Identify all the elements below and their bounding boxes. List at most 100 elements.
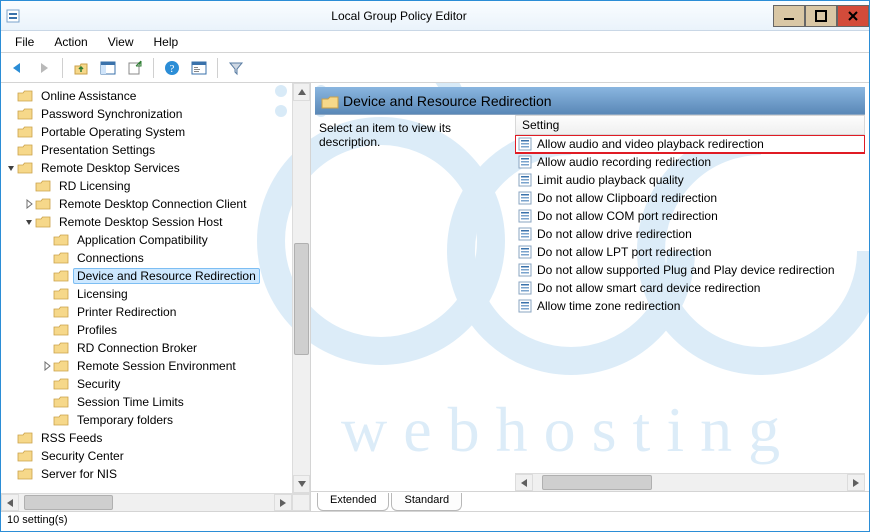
setting-row[interactable]: Allow audio recording redirection xyxy=(515,153,865,171)
scroll-thumb[interactable] xyxy=(542,475,652,490)
tree[interactable]: Online AssistancePassword Synchronizatio… xyxy=(1,83,293,487)
scroll-left-button[interactable] xyxy=(515,474,533,491)
tree-node[interactable]: Remote Desktop Session Host xyxy=(23,213,291,231)
settings-horizontal-scrollbar[interactable] xyxy=(515,473,865,491)
forward-button[interactable] xyxy=(32,56,56,80)
caret-right-icon[interactable] xyxy=(41,360,53,372)
scroll-right-button[interactable] xyxy=(274,494,292,511)
policy-icon xyxy=(517,208,533,224)
policy-icon xyxy=(517,154,533,170)
tree-node-label: Presentation Settings xyxy=(37,142,159,158)
back-button[interactable] xyxy=(5,56,29,80)
caret-down-icon[interactable] xyxy=(23,216,35,228)
tree-node[interactable]: Temporary folders xyxy=(41,411,291,429)
scroll-right-button[interactable] xyxy=(847,474,865,491)
caret-down-icon[interactable] xyxy=(5,162,17,174)
folder-icon xyxy=(17,449,33,463)
help-button[interactable]: ? xyxy=(160,56,184,80)
settings-list[interactable]: Allow audio and video playback redirecti… xyxy=(515,135,865,473)
tree-node[interactable]: Online Assistance xyxy=(5,87,291,105)
folder-icon xyxy=(321,94,337,108)
setting-label: Limit audio playback quality xyxy=(537,173,684,187)
tree-node[interactable]: Remote Session Environment xyxy=(41,357,291,375)
tree-node[interactable]: Connections xyxy=(41,249,291,267)
tree-vertical-scrollbar[interactable] xyxy=(292,83,310,493)
tree-node[interactable]: Portable Operating System xyxy=(5,123,291,141)
scroll-track[interactable] xyxy=(293,101,310,475)
tree-node[interactable]: Licensing xyxy=(41,285,291,303)
setting-row[interactable]: Do not allow LPT port redirection xyxy=(515,243,865,261)
app-icon xyxy=(1,8,25,24)
setting-label: Allow audio and video playback redirecti… xyxy=(537,137,764,151)
export-button[interactable] xyxy=(123,56,147,80)
properties-button[interactable] xyxy=(187,56,211,80)
tree-node[interactable]: Printer Redirection xyxy=(41,303,291,321)
tree-node[interactable]: Device and Resource Redirection xyxy=(41,267,291,285)
status-bar: 10 setting(s) xyxy=(1,511,869,531)
caret-right-icon[interactable] xyxy=(23,198,35,210)
tree-node[interactable]: Remote Desktop Services xyxy=(5,159,291,177)
filter-button[interactable] xyxy=(224,56,248,80)
menu-file[interactable]: File xyxy=(5,33,44,51)
tree-node[interactable]: Application Compatibility xyxy=(41,231,291,249)
tree-node[interactable]: Server for NIS xyxy=(5,465,291,483)
scroll-track[interactable] xyxy=(19,494,274,511)
status-text: 10 setting(s) xyxy=(7,514,68,526)
tree-node[interactable]: Security Center xyxy=(5,447,291,465)
folder-icon xyxy=(53,341,69,355)
tree-node-label: Remote Desktop Session Host xyxy=(55,214,226,230)
tree-node[interactable]: Presentation Settings xyxy=(5,141,291,159)
folder-icon xyxy=(17,89,33,103)
folder-icon xyxy=(35,197,51,211)
setting-row[interactable]: Do not allow smart card device redirecti… xyxy=(515,279,865,297)
scroll-left-button[interactable] xyxy=(1,494,19,511)
policy-icon xyxy=(517,172,533,188)
up-folder-button[interactable] xyxy=(69,56,93,80)
tree-pane: Online AssistancePassword Synchronizatio… xyxy=(1,83,311,511)
tree-node[interactable]: Password Synchronization xyxy=(5,105,291,123)
maximize-button[interactable] xyxy=(805,5,837,27)
tree-node-label: Application Compatibility xyxy=(73,232,212,248)
tree-node[interactable]: RSS Feeds xyxy=(5,429,291,447)
tree-node[interactable]: Security xyxy=(41,375,291,393)
details-header: Device and Resource Redirection xyxy=(315,87,865,115)
tree-node-label: Remote Session Environment xyxy=(73,358,240,374)
show-pane-button[interactable] xyxy=(96,56,120,80)
scroll-thumb[interactable] xyxy=(24,495,113,510)
settings-column-header[interactable]: Setting xyxy=(515,115,865,135)
tree-horizontal-scrollbar[interactable] xyxy=(1,493,310,511)
setting-row[interactable]: Do not allow COM port redirection xyxy=(515,207,865,225)
folder-icon xyxy=(53,377,69,391)
policy-icon xyxy=(517,262,533,278)
tab-extended[interactable]: Extended xyxy=(317,493,389,511)
setting-row[interactable]: Do not allow supported Plug and Play dev… xyxy=(515,261,865,279)
close-button[interactable] xyxy=(837,5,869,27)
tab-standard[interactable]: Standard xyxy=(391,493,462,511)
tree-node-label: Printer Redirection xyxy=(73,304,180,320)
policy-icon xyxy=(517,298,533,314)
tree-node[interactable]: RD Connection Broker xyxy=(41,339,291,357)
setting-label: Do not allow supported Plug and Play dev… xyxy=(537,263,835,277)
folder-icon xyxy=(17,125,33,139)
tree-node-label: Remote Desktop Connection Client xyxy=(55,196,250,212)
scroll-track[interactable] xyxy=(533,474,847,491)
menu-bar: File Action View Help xyxy=(1,31,869,53)
scroll-up-button[interactable] xyxy=(293,83,310,101)
setting-row[interactable]: Do not allow Clipboard redirection xyxy=(515,189,865,207)
menu-view[interactable]: View xyxy=(98,33,144,51)
tree-node[interactable]: Session Time Limits xyxy=(41,393,291,411)
tree-node[interactable]: Remote Desktop Connection Client xyxy=(23,195,291,213)
tree-node[interactable]: RD Licensing xyxy=(23,177,291,195)
setting-row[interactable]: Allow audio and video playback redirecti… xyxy=(515,135,865,153)
tree-node[interactable]: Profiles xyxy=(41,321,291,339)
scroll-thumb[interactable] xyxy=(294,243,309,355)
setting-row[interactable]: Allow time zone redirection xyxy=(515,297,865,315)
menu-action[interactable]: Action xyxy=(44,33,97,51)
scroll-down-button[interactable] xyxy=(293,475,310,493)
menu-help[interactable]: Help xyxy=(144,33,189,51)
toolbar-separator xyxy=(217,58,218,78)
setting-row[interactable]: Limit audio playback quality xyxy=(515,171,865,189)
minimize-button[interactable] xyxy=(773,5,805,27)
setting-row[interactable]: Do not allow drive redirection xyxy=(515,225,865,243)
details-pane: Device and Resource Redirection Select a… xyxy=(311,83,869,511)
